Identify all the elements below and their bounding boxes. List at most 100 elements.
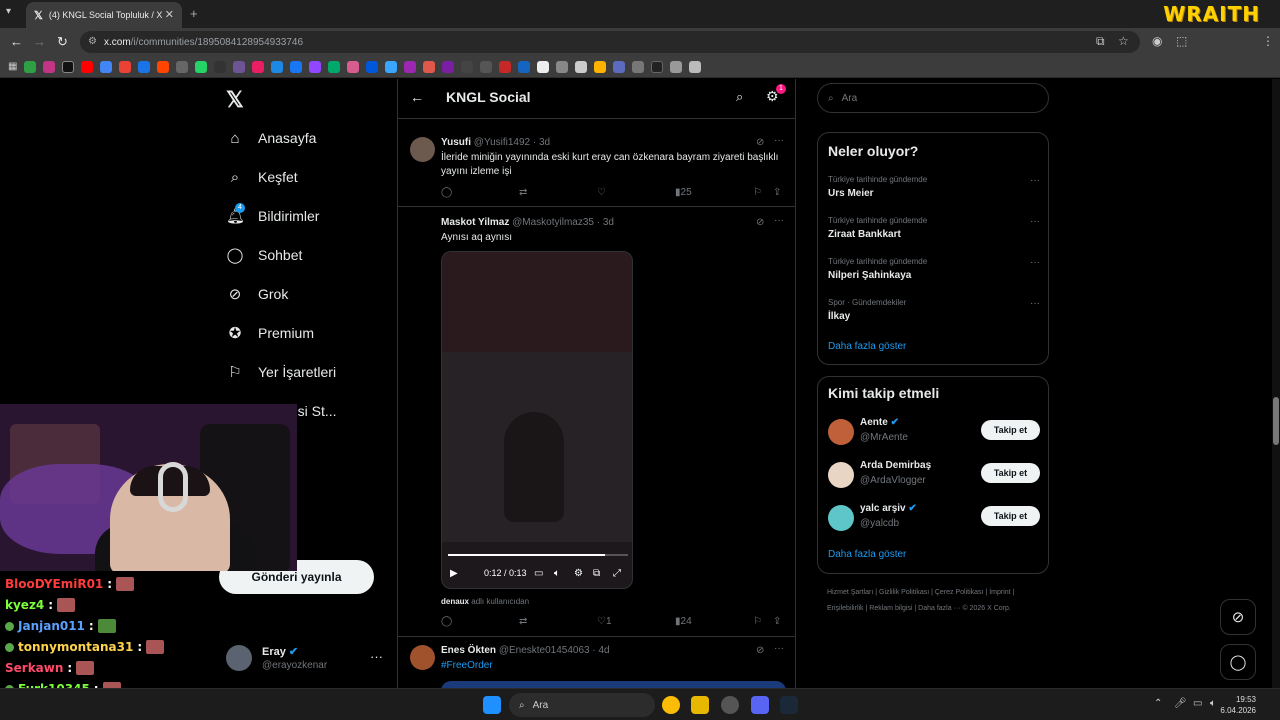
avatar[interactable] bbox=[410, 137, 435, 162]
bookmark-site-icon[interactable] bbox=[214, 60, 227, 73]
retweet-icon[interactable]: ⇄ bbox=[519, 187, 527, 198]
more-dots-icon[interactable]: ··· bbox=[1030, 175, 1040, 186]
tweet-author[interactable]: Enes Ökten @Eneskte01454063 · 4d bbox=[441, 645, 610, 656]
more-dots-icon[interactable]: ··· bbox=[774, 215, 784, 226]
more-dots-icon[interactable]: ··· bbox=[774, 135, 784, 146]
more-dots-icon[interactable]: ··· bbox=[1030, 298, 1040, 309]
more-dots-icon[interactable]: ··· bbox=[774, 643, 784, 654]
nav-premium[interactable]: ✪ Premium bbox=[226, 319, 314, 347]
more-dots-icon[interactable]: ··· bbox=[370, 649, 383, 664]
bookmark-site-icon[interactable] bbox=[575, 60, 588, 73]
bookmark-site-icon[interactable] bbox=[176, 60, 189, 73]
search-input[interactable]: ⌕ Ara bbox=[817, 83, 1049, 113]
bookmark-site-icon[interactable] bbox=[347, 60, 360, 73]
browser-tab[interactable]: 𝕏 (4) KNGL Social Topluluk / X ✕ bbox=[26, 2, 182, 28]
nav-notifications[interactable]: 🔔︎ 4 Bildirimler bbox=[226, 202, 319, 230]
extension-icon[interactable]: ◉ bbox=[1152, 34, 1162, 48]
bookmark-x-icon[interactable] bbox=[62, 60, 75, 73]
like-icon[interactable]: ♡ bbox=[597, 187, 606, 198]
reply-icon[interactable]: ◯ bbox=[441, 616, 452, 627]
page-scrollbar[interactable] bbox=[1272, 79, 1280, 688]
avatar[interactable] bbox=[410, 645, 435, 670]
bookmark-site-icon[interactable] bbox=[423, 60, 436, 73]
show-more-link[interactable]: Daha fazla göster bbox=[828, 341, 906, 352]
trend-item[interactable]: Spor · Gündemdekiler İlkay ··· bbox=[828, 298, 1040, 332]
bookmark-youtube-icon[interactable] bbox=[81, 60, 94, 73]
bookmark-site-icon[interactable] bbox=[271, 60, 284, 73]
back-arrow-icon[interactable]: ← bbox=[410, 89, 424, 105]
more-dots-icon[interactable]: ··· bbox=[1030, 216, 1040, 227]
reply-icon[interactable]: ◯ bbox=[441, 187, 452, 198]
extensions-puzzle-icon[interactable]: ⬚ bbox=[1176, 34, 1187, 48]
x-logo-icon[interactable]: 𝕏 bbox=[226, 87, 244, 113]
url-input[interactable]: ⚙ x.com/i/communities/189508412895493374… bbox=[80, 31, 1140, 53]
avatar[interactable] bbox=[828, 505, 854, 531]
follow-suggestion[interactable]: yalc arşiv ✔ @yalcdb Takip et bbox=[828, 503, 1040, 533]
search-icon[interactable]: ⌕ bbox=[736, 89, 743, 105]
bookmark-site-icon[interactable] bbox=[651, 60, 664, 73]
nav-grok[interactable]: ⊘ Grok bbox=[226, 280, 289, 308]
bookmark-drive-icon[interactable] bbox=[138, 60, 151, 73]
bookmark-site-icon[interactable] bbox=[499, 60, 512, 73]
bookmark-site-icon[interactable] bbox=[252, 60, 265, 73]
tweet[interactable]: Enes Ökten @Eneskte01454063 · 4d ⊘ ··· #… bbox=[398, 637, 795, 688]
taskbar-clock[interactable]: 19:53 6.04.2026 bbox=[1220, 694, 1256, 716]
avatar[interactable] bbox=[828, 419, 854, 445]
tweet-author[interactable]: Yusufi @Yusifi1492 · 3d bbox=[441, 137, 550, 148]
views-icon[interactable]: ▮ 25 bbox=[675, 187, 692, 198]
app-taskbar-icon[interactable] bbox=[721, 696, 739, 714]
file-explorer-icon[interactable] bbox=[691, 696, 709, 714]
bookmark-site-icon[interactable] bbox=[537, 60, 550, 73]
bookmark-site-icon[interactable] bbox=[594, 60, 607, 73]
bookmark-site-icon[interactable] bbox=[518, 60, 531, 73]
install-icon[interactable]: ⧉ bbox=[1096, 34, 1105, 49]
follow-button[interactable]: Takip et bbox=[981, 463, 1040, 483]
views-icon[interactable]: ▮ 24 bbox=[675, 616, 692, 627]
grok-icon[interactable]: ⊘ bbox=[756, 217, 764, 228]
account-switcher[interactable]: Eray ✔ @erayozkenar ··· bbox=[226, 639, 386, 679]
bookmark-gmail-icon[interactable] bbox=[119, 60, 132, 73]
back-icon[interactable]: ← bbox=[10, 34, 23, 49]
bookmark-site-icon[interactable] bbox=[442, 60, 455, 73]
play-icon[interactable]: ▶ bbox=[450, 568, 458, 579]
forward-icon[interactable]: → bbox=[33, 34, 46, 49]
bookmark-kick-icon[interactable] bbox=[24, 60, 37, 73]
tweet-hashtag[interactable]: #FreeOrder bbox=[441, 659, 786, 673]
footer-links[interactable]: Hizmet Şartları | Gizlilik Politikası | … bbox=[827, 585, 1049, 617]
tab-list-icon[interactable]: ▾ bbox=[6, 6, 11, 17]
bookmark-site-icon[interactable] bbox=[366, 60, 379, 73]
video-player[interactable]: ▶ 0:12 / 0:13 ▭ 🔈︎ ⚙ ⧉ ⤢ bbox=[441, 251, 633, 589]
chrome-taskbar-icon[interactable] bbox=[662, 696, 680, 714]
bookmark-reddit-icon[interactable] bbox=[157, 60, 170, 73]
bookmark-site-icon[interactable] bbox=[404, 60, 417, 73]
tweet-media[interactable] bbox=[441, 681, 786, 688]
bookmark-facebook-icon[interactable] bbox=[290, 60, 303, 73]
nav-home[interactable]: ⌂ Anasayfa bbox=[226, 124, 316, 152]
trend-item[interactable]: Türkiye tarihinde gündemde Ziraat Bankka… bbox=[828, 216, 1040, 250]
new-tab-button[interactable]: + bbox=[190, 6, 198, 21]
microphone-icon[interactable]: 🎤︎ bbox=[1174, 698, 1187, 709]
bookmark-instagram-icon[interactable] bbox=[43, 60, 56, 73]
video-progress-bar[interactable] bbox=[448, 554, 628, 556]
scrollbar-thumb[interactable] bbox=[1273, 397, 1279, 445]
retweet-icon[interactable]: ⇄ bbox=[519, 616, 527, 627]
volume-icon[interactable]: 🔈︎ bbox=[554, 568, 560, 579]
tweet[interactable]: Yusufi @Yusifi1492 · 3d ⊘ ··· İleride mi… bbox=[398, 127, 795, 207]
like-icon[interactable]: ♡ 1 bbox=[597, 616, 612, 627]
follow-suggestion[interactable]: Arda Demirbaş @ArdaVlogger Takip et bbox=[828, 460, 1040, 490]
bookmark-site-icon[interactable] bbox=[480, 60, 493, 73]
bookmark-icon[interactable]: ⚐ bbox=[753, 187, 762, 198]
bookmark-site-icon[interactable] bbox=[461, 60, 474, 73]
bookmark-whatsapp-icon[interactable] bbox=[195, 60, 208, 73]
grok-icon[interactable]: ⊘ bbox=[756, 645, 764, 656]
nav-chat[interactable]: ◯ Sohbet bbox=[226, 241, 303, 269]
bookmark-twitch-icon[interactable] bbox=[309, 60, 322, 73]
grok-fab-icon[interactable]: ⊘ bbox=[1220, 599, 1256, 635]
grok-icon[interactable]: ⊘ bbox=[756, 137, 764, 148]
follow-suggestion[interactable]: Aente ✔ @MrAente Takip et bbox=[828, 417, 1040, 447]
share-icon[interactable]: ⇪ bbox=[773, 187, 781, 198]
menu-dots-icon[interactable]: ⋮ bbox=[1262, 34, 1274, 48]
windows-start-icon[interactable] bbox=[483, 696, 501, 714]
reload-icon[interactable]: ↻ bbox=[57, 34, 68, 50]
bookmark-site-icon[interactable] bbox=[632, 60, 645, 73]
